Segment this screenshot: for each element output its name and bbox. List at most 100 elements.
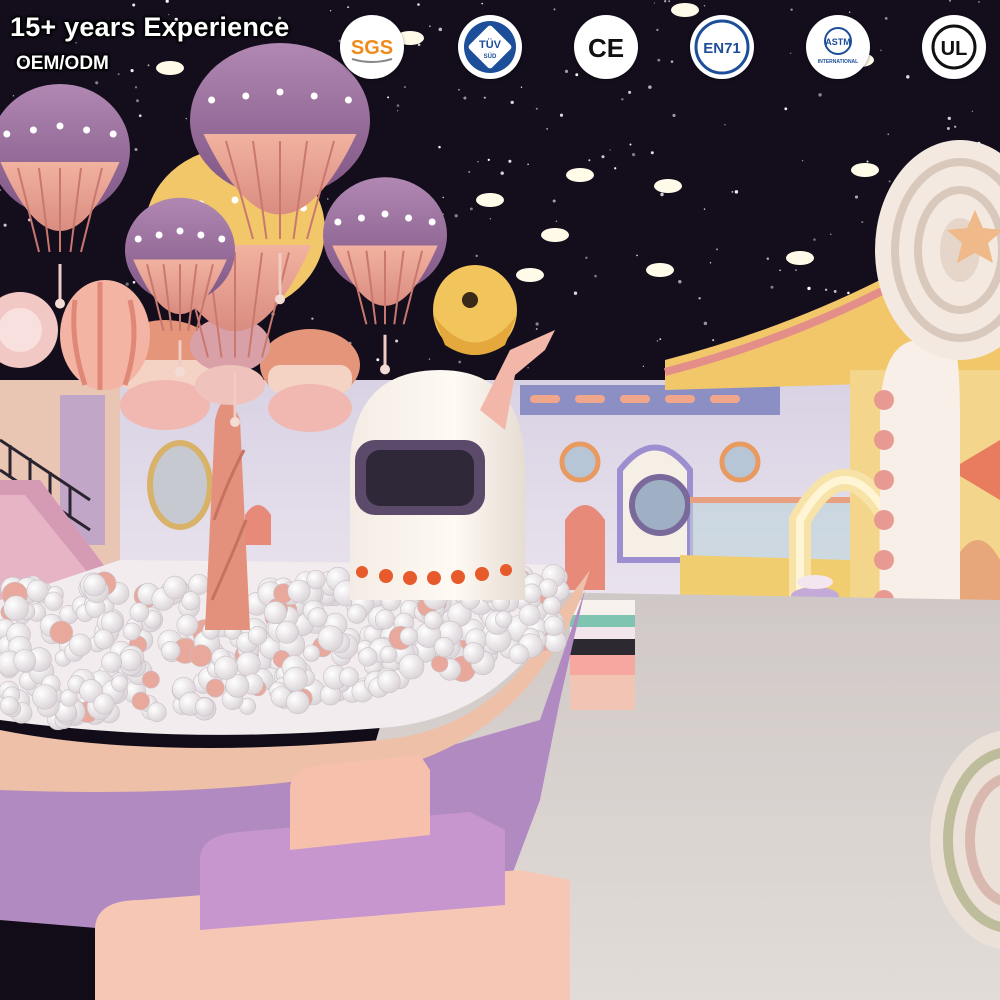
tuv-logo-icon: TÜV SÜD [458,15,522,79]
striped-balloon [60,280,150,390]
play-ball [119,648,142,672]
star [668,0,671,2]
play-ball [3,595,29,622]
star [535,107,538,110]
star [458,88,460,91]
star [709,262,712,264]
mushroom-cup-right [260,329,360,432]
star [468,170,471,173]
star [801,160,804,162]
star [535,322,539,326]
spotlight [786,251,814,265]
play-ball [423,610,443,630]
star [387,96,390,99]
play-ball [205,678,225,698]
star [847,291,850,295]
play-ball [189,644,213,667]
star [403,86,406,89]
play-ball [195,697,215,717]
play-ball [347,604,367,624]
star [594,274,597,278]
star [887,133,890,136]
wall-mirror [147,440,213,530]
star [849,11,851,13]
star [861,221,864,224]
star [428,358,431,360]
wall-mirror [559,441,601,483]
star [659,338,662,340]
star [670,60,674,63]
play-ball [543,615,564,636]
play-ball [129,602,150,623]
star [417,43,421,47]
spotlight [516,268,544,282]
play-ball [161,640,181,661]
oem-odm-label: OEM/ODM [16,53,109,74]
spotlight [851,163,879,177]
play-ball [236,651,261,677]
star [766,257,769,260]
star [906,75,910,79]
star [117,73,120,76]
ce-text: CE [588,33,624,63]
play-ball [68,633,92,657]
star [672,113,676,117]
star [660,192,664,197]
star [971,110,974,113]
play-ball [518,604,541,626]
star [138,114,142,118]
golden-lamp-ornament [433,265,517,355]
en71-text: EN71 [703,40,741,57]
star [125,282,129,286]
star [818,93,822,97]
astm-logo-icon: ASTM INTERNATIONAL [806,15,870,79]
spotlight [654,179,682,193]
star [397,110,399,112]
play-ball [398,653,425,680]
play-ball [275,620,299,644]
play-ball [303,644,321,662]
star [438,27,443,32]
play-ball [13,649,37,673]
star [136,99,139,103]
ul-mark-icon: UL [922,15,986,79]
star [888,180,891,183]
star [535,328,538,330]
play-ball [538,578,558,598]
star [500,171,504,175]
wall-arch-door [245,505,271,545]
star [546,128,548,130]
star [130,69,134,73]
play-ball [111,674,129,692]
star [132,280,136,284]
star [417,3,420,6]
play-ball [285,690,310,715]
play-ball [263,601,287,625]
star [795,269,797,271]
star [487,158,490,162]
star [609,149,611,151]
star [656,340,659,342]
play-ball [214,655,239,680]
star [978,1,980,3]
star [712,339,715,342]
star [770,285,774,289]
star [553,8,556,11]
ce-mark-icon: CE [574,15,638,79]
experience-headline: 15+ years Experience [10,12,290,42]
play-ball [101,651,123,673]
spotlight [156,61,184,75]
star [629,143,632,146]
astm-text: ASTM [825,37,851,47]
astm-sub-text: INTERNATIONAL [818,59,858,65]
star [469,207,473,211]
play-ball [287,579,311,603]
star [454,214,458,218]
play-ball [93,693,115,715]
star [650,151,654,155]
star [329,10,332,12]
play-ball [282,666,308,692]
star [790,8,793,11]
star [552,199,556,203]
striped-bench [570,600,635,710]
